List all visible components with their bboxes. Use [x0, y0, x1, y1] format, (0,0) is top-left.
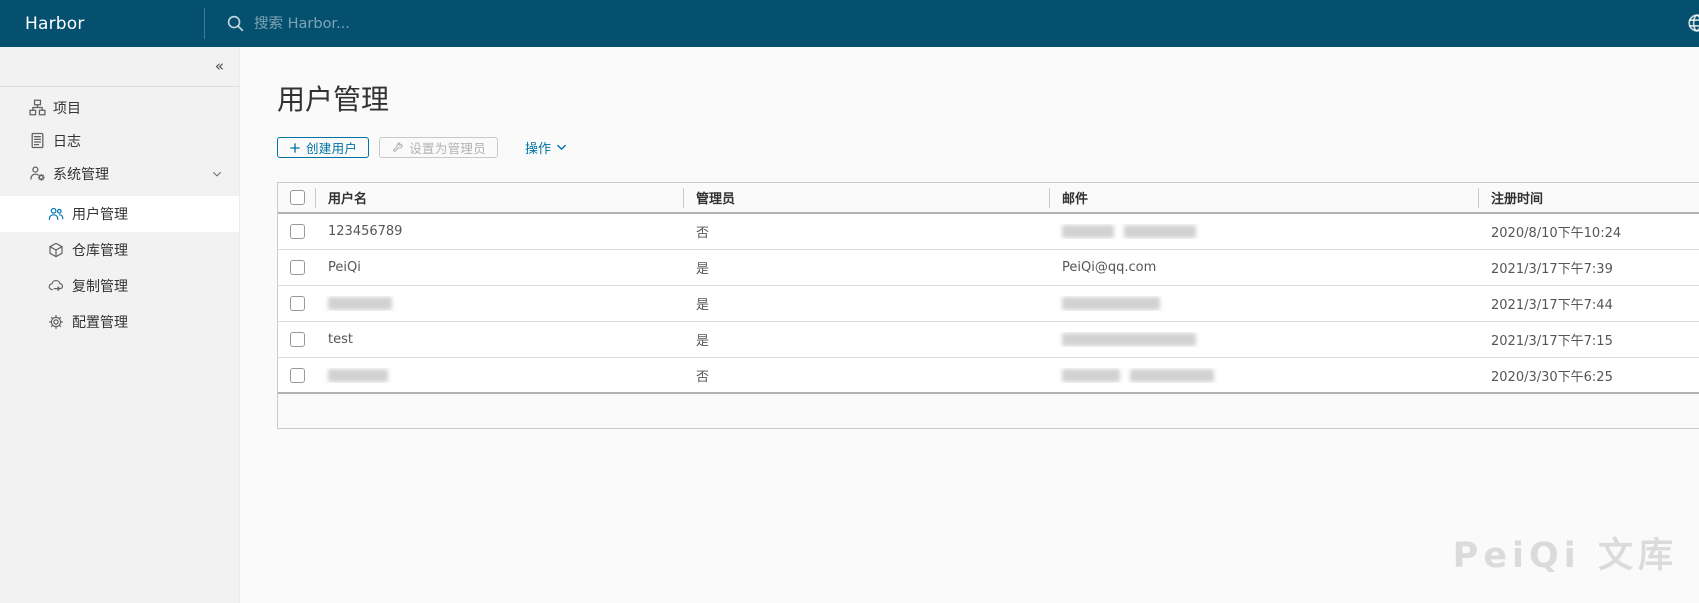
cell-admin: 否 — [696, 369, 710, 385]
cell-email — [1049, 332, 1478, 347]
cell-email — [1049, 224, 1478, 239]
table-row: PeiQi 是 PeiQi@qq.com 2021/3/17下午7:39 — [278, 250, 1699, 287]
sidebar: « 项目 日志 系统管理 用户管理 仓库管理 复制管理 配置管理 — [0, 47, 240, 603]
column-header-email: 邮件 — [1049, 183, 1478, 212]
table-row: 是 2021/3/17下午7:44 — [278, 286, 1699, 323]
chevron-down-icon — [555, 141, 568, 154]
cell-username: test — [328, 332, 353, 348]
cell-registration-time: 2021/3/17下午7:15 — [1491, 334, 1613, 350]
sidebar-item-label: 用户管理 — [72, 207, 128, 223]
cell-email: PeiQi@qq.com — [1062, 260, 1157, 276]
row-checkbox[interactable] — [290, 224, 305, 240]
cell-email — [1049, 296, 1478, 311]
global-search — [226, 0, 584, 47]
column-header-admin: 管理员 — [683, 183, 1049, 212]
column-header-username: 用户名 — [315, 183, 683, 212]
cell-registration-time: 2020/8/10下午10:24 — [1491, 226, 1622, 242]
cell-admin: 否 — [696, 226, 710, 242]
watermark: PeiQi 文库 — [1452, 536, 1678, 576]
sidebar-item-label: 复制管理 — [72, 279, 128, 295]
table-row: 否 2020/3/30下午6:25 — [278, 358, 1699, 395]
cell-registration-time: 2021/3/17下午7:44 — [1491, 298, 1613, 314]
cell-username: PeiQi — [328, 260, 361, 276]
create-user-label: 创建用户 — [306, 141, 358, 157]
users-table: 用户名 管理员 邮件 注册时间 123456789 否 2020/8/10下午1… — [277, 182, 1699, 430]
table-row: test 是 2021/3/17下午7:15 — [278, 322, 1699, 359]
sidebar-item-label: 配置管理 — [72, 315, 128, 331]
sidebar-item-projects[interactable]: 项目 — [0, 91, 239, 124]
table-row: 123456789 否 2020/8/10下午10:24 — [278, 214, 1699, 251]
sidebar-item-label: 仓库管理 — [72, 243, 128, 259]
cell-username — [315, 368, 683, 383]
sidebar-item-configuration-management[interactable]: 配置管理 — [0, 304, 239, 340]
table-footer — [278, 394, 1699, 430]
sidebar-item-logs[interactable]: 日志 — [0, 124, 239, 157]
cloud-replication-icon — [48, 278, 64, 294]
toolbar: 创建用户 设置为管理员 操作 — [277, 137, 1699, 159]
sitemap-icon — [29, 99, 46, 116]
sidebar-item-user-management[interactable]: 用户管理 — [0, 196, 239, 232]
admin-user-icon — [29, 165, 46, 182]
cell-registration-time: 2021/3/17下午7:39 — [1491, 262, 1613, 278]
sidebar-collapse-row: « — [0, 47, 239, 87]
collapse-sidebar-icon[interactable]: « — [215, 59, 224, 74]
cell-username — [315, 296, 683, 311]
row-checkbox[interactable] — [290, 332, 305, 348]
harbor-logo[interactable]: Harbor — [25, 14, 85, 34]
set-admin-button[interactable]: 设置为管理员 — [379, 137, 499, 159]
sidebar-item-label: 系统管理 — [53, 166, 109, 183]
row-checkbox[interactable] — [290, 367, 305, 383]
top-navbar: Harbor — [0, 0, 1699, 47]
cube-icon — [48, 242, 64, 258]
sidebar-item-registry-management[interactable]: 仓库管理 — [0, 232, 239, 268]
cell-admin: 是 — [696, 334, 710, 350]
row-checkbox[interactable] — [290, 260, 305, 276]
sidebar-item-label: 日志 — [53, 133, 81, 150]
page-title: 用户管理 — [277, 83, 390, 116]
sidebar-item-system-admin[interactable]: 系统管理 — [0, 157, 239, 190]
plus-icon — [289, 142, 301, 154]
search-icon — [226, 14, 245, 33]
sidebar-item-label: 项目 — [53, 100, 81, 117]
chevron-down-icon — [211, 168, 223, 180]
select-all-checkbox[interactable] — [290, 190, 305, 206]
wrench-icon — [391, 141, 404, 154]
search-input[interactable] — [254, 15, 584, 32]
sidebar-item-replication-management[interactable]: 复制管理 — [0, 268, 239, 304]
log-icon — [29, 132, 46, 149]
cell-email — [1049, 368, 1478, 383]
cell-registration-time: 2020/3/30下午6:25 — [1491, 369, 1613, 385]
table-header-row: 用户名 管理员 邮件 注册时间 — [278, 182, 1699, 215]
create-user-button[interactable]: 创建用户 — [277, 137, 370, 159]
cell-admin: 是 — [696, 298, 710, 314]
actions-label: 操作 — [525, 142, 552, 158]
set-admin-label: 设置为管理员 — [409, 141, 487, 157]
main-content: 用户管理 创建用户 设置为管理员 操作 用户名 管理员 邮件 注册时间 1234… — [240, 47, 1699, 603]
navbar-divider — [204, 8, 205, 39]
gear-icon — [48, 314, 64, 330]
cell-username: 123456789 — [328, 224, 403, 240]
row-checkbox[interactable] — [290, 296, 305, 312]
column-header-registration-time: 注册时间 — [1478, 183, 1699, 212]
users-icon — [48, 206, 64, 222]
actions-dropdown[interactable]: 操作 — [525, 138, 568, 157]
language-globe-icon[interactable] — [1687, 13, 1699, 37]
cell-admin: 是 — [696, 262, 710, 278]
